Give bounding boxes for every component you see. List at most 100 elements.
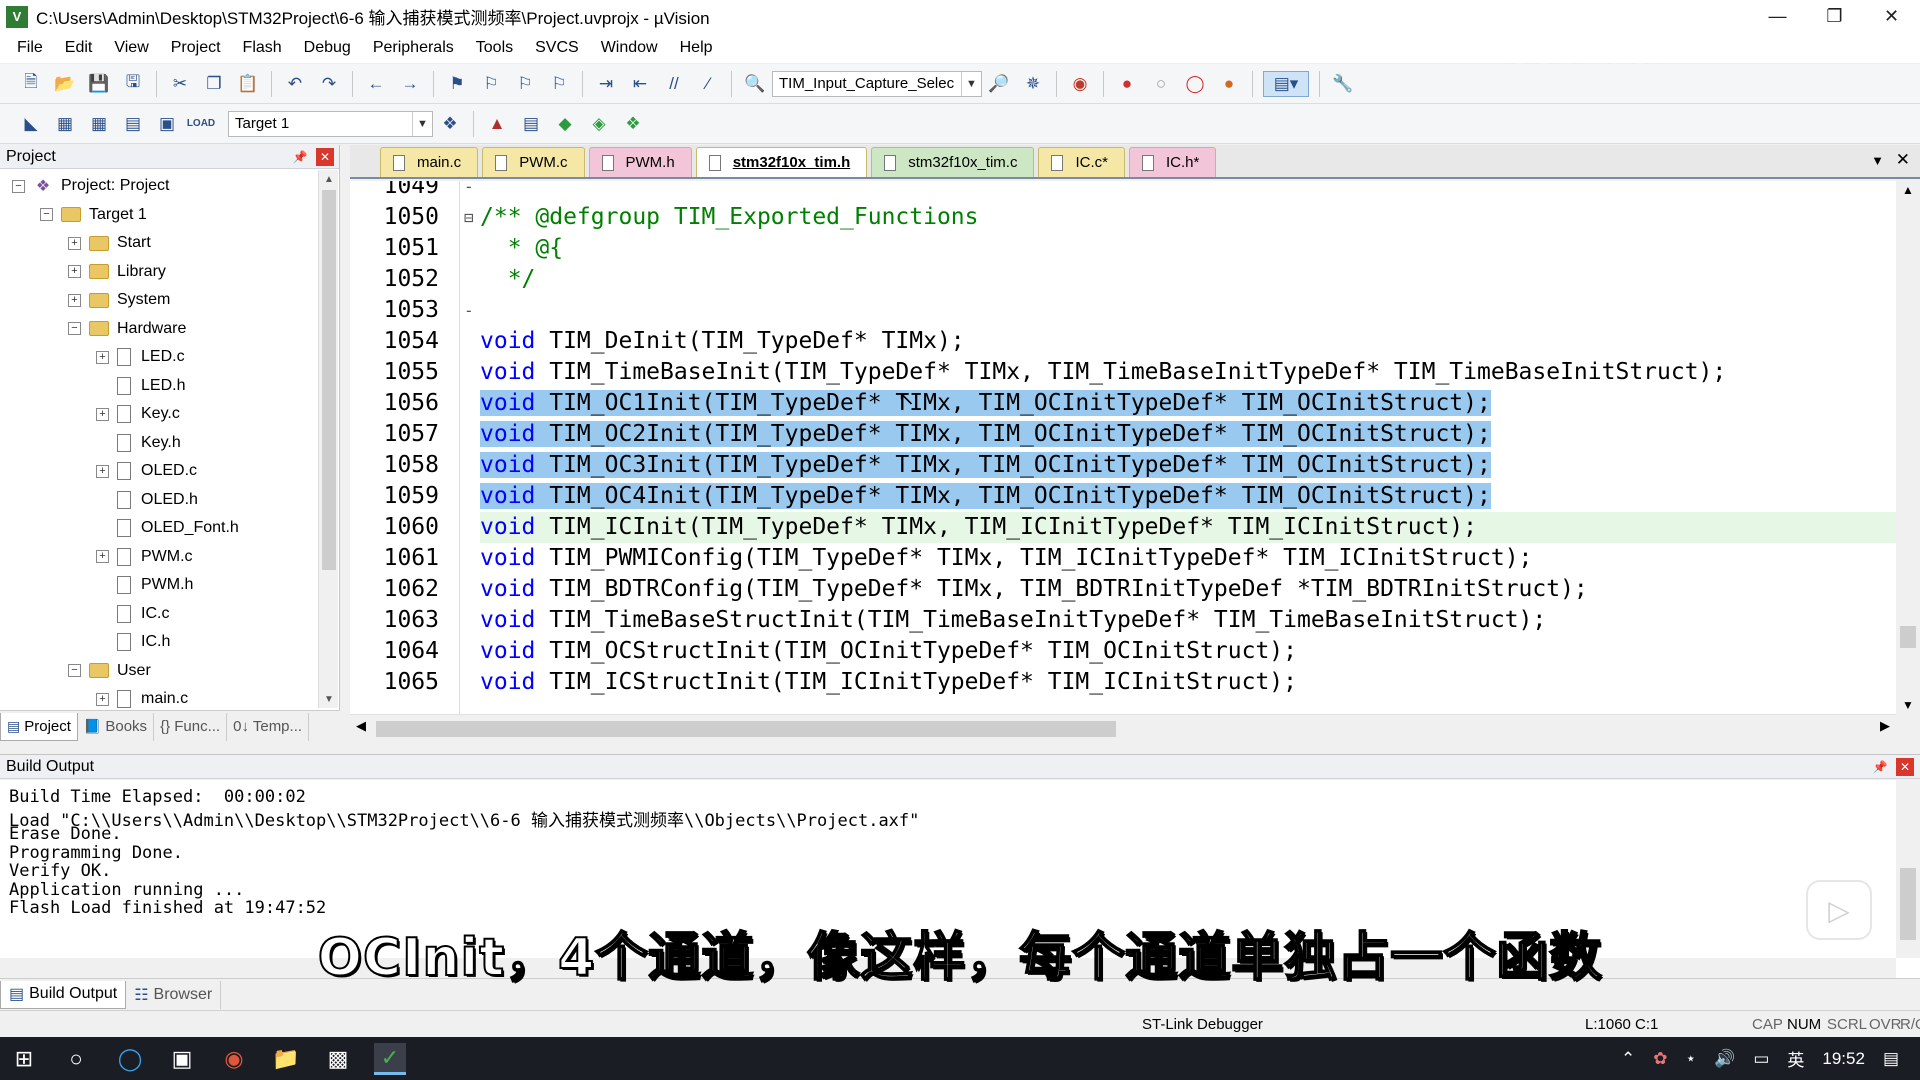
uncomment-icon[interactable]: ⁄ xyxy=(695,71,721,97)
menu-edit[interactable]: Edit xyxy=(54,33,104,63)
enable-breakpoint-icon[interactable]: ○ xyxy=(1148,71,1174,97)
menu-tools[interactable]: Tools xyxy=(465,33,524,63)
clear-bookmarks-icon[interactable]: ⚐ xyxy=(546,71,572,97)
volume-icon[interactable]: 🔊 xyxy=(1714,1049,1735,1069)
tree-item[interactable]: + PWM.c xyxy=(96,543,193,571)
editor-horizontal-scrollbar[interactable]: ◀ ▶ xyxy=(350,714,1896,742)
stop-build-icon[interactable]: ▣ xyxy=(154,111,180,137)
build-icon[interactable]: ▦ xyxy=(52,111,78,137)
code-line[interactable]: void TIM_ICInit(TIM_TypeDef* TIMx, TIM_I… xyxy=(480,512,1920,543)
restore-button[interactable]: ❐ xyxy=(1806,0,1863,33)
chevron-down-icon[interactable]: ▼ xyxy=(412,111,432,136)
tree-item[interactable]: LED.h xyxy=(96,372,185,400)
code-editor[interactable]: 1049 1050 1051 1052 1053 1054 1055 1056 1057 1058… xyxy=(350,181,1920,714)
scroll-down-icon[interactable]: ▼ xyxy=(319,690,339,708)
collapse-icon[interactable]: − xyxy=(12,179,25,193)
select-packs-icon[interactable]: ◆ xyxy=(552,111,578,137)
code-line[interactable] xyxy=(480,295,1920,326)
tree-item[interactable]: + Key.c xyxy=(96,400,180,428)
redo-icon[interactable]: ↷ xyxy=(316,71,342,97)
pack-installer-icon[interactable]: ◈ xyxy=(586,111,612,137)
code-line[interactable]: void TIM_TimeBaseStructInit(TIM_TimeBase… xyxy=(480,605,1920,636)
close-icon[interactable]: ✕ xyxy=(316,148,334,166)
collapse-icon[interactable]: − xyxy=(68,664,81,677)
cut-icon[interactable]: ✂ xyxy=(167,71,193,97)
menu-peripherals[interactable]: Peripherals xyxy=(362,33,465,63)
tab-templates[interactable]: 0↓ Temp... xyxy=(227,712,310,741)
menu-flash[interactable]: Flash xyxy=(232,33,293,63)
tree-item[interactable]: IC.c xyxy=(96,600,169,628)
file-extensions-icon[interactable]: ▤ xyxy=(518,111,544,137)
tree-item[interactable]: OLED.h xyxy=(96,486,198,514)
code-line[interactable]: void TIM_OCStructInit(TIM_OCInitTypeDef*… xyxy=(480,636,1920,667)
tree-item[interactable]: − User xyxy=(68,657,151,685)
tree-item[interactable]: PWM.h xyxy=(96,571,193,599)
expand-icon[interactable]: + xyxy=(96,692,109,706)
editor-tab[interactable]: stm32f10x_tim.h xyxy=(695,147,868,177)
unindent-icon[interactable]: ⇤ xyxy=(627,71,653,97)
tree-item[interactable]: OLED_Font.h xyxy=(96,514,239,542)
paste-icon[interactable]: 📋 xyxy=(235,71,261,97)
tree-item[interactable]: + main.c xyxy=(96,685,188,708)
download-load-icon[interactable]: LOAD xyxy=(187,111,215,137)
find-in-files-icon[interactable]: 🔍 xyxy=(742,71,768,97)
network-icon[interactable]: ⋆ xyxy=(1686,1049,1697,1069)
collapse-icon[interactable]: − xyxy=(68,322,81,335)
pin-icon[interactable]: 📌 xyxy=(292,149,308,165)
debug-session-icon[interactable]: ◉ xyxy=(1067,71,1093,97)
expand-icon[interactable]: + xyxy=(96,407,109,421)
tree-item[interactable]: − Target 1 xyxy=(40,201,147,229)
save-icon[interactable]: 💾 xyxy=(86,71,112,97)
project-tree-scrollbar[interactable]: ▲ ▼ xyxy=(318,170,338,708)
editor-tab[interactable]: PWM.h xyxy=(588,147,692,177)
expand-icon[interactable]: + xyxy=(96,464,109,478)
tree-item[interactable]: + Start xyxy=(68,229,151,257)
menu-project[interactable]: Project xyxy=(160,33,232,63)
code-line[interactable]: * @{ xyxy=(480,233,1920,264)
expand-icon[interactable]: + xyxy=(96,350,109,364)
scroll-thumb[interactable] xyxy=(322,190,336,570)
collapse-icon[interactable]: − xyxy=(40,208,53,221)
new-file-icon[interactable]: 🗎 xyxy=(18,71,44,97)
powerpoint-icon[interactable]: ◉ xyxy=(218,1043,250,1075)
tree-item[interactable]: + LED.c xyxy=(96,343,185,371)
find-icon[interactable]: 🔎 xyxy=(986,71,1012,97)
windows-start-icon[interactable]: ⊞ xyxy=(8,1043,40,1075)
expand-icon[interactable]: + xyxy=(68,265,81,278)
scroll-down-icon[interactable]: ▼ xyxy=(1896,698,1920,712)
code-line[interactable]: void TIM_TimeBaseInit(TIM_TypeDef* TIMx,… xyxy=(480,357,1920,388)
indent-icon[interactable]: ⇥ xyxy=(593,71,619,97)
code-line[interactable]: void TIM_OC2Init(TIM_TypeDef* TIMx, TIM_… xyxy=(480,419,1920,450)
tree-item[interactable]: − ❖ Project: Project xyxy=(12,172,169,200)
editor-vertical-scrollbar[interactable]: ▲ ▼ xyxy=(1896,181,1920,714)
tab-project[interactable]: ▤ Project xyxy=(0,712,78,741)
menu-help[interactable]: Help xyxy=(669,33,724,63)
scroll-up-icon[interactable]: ▲ xyxy=(319,170,339,188)
rebuild-icon[interactable]: ▦ xyxy=(86,111,112,137)
expand-icon[interactable]: + xyxy=(96,550,109,563)
prev-bookmark-icon[interactable]: ⚐ xyxy=(478,71,504,97)
search-icon[interactable]: ○ xyxy=(60,1043,92,1075)
comment-icon[interactable]: // xyxy=(661,71,687,97)
input-language[interactable]: 英 xyxy=(1787,1046,1804,1071)
scroll-thumb[interactable] xyxy=(1900,626,1916,648)
editor-tab[interactable]: IC.c* xyxy=(1038,147,1125,177)
close-icon[interactable]: ✕ xyxy=(1896,758,1914,776)
scroll-thumb[interactable] xyxy=(376,721,1116,737)
batch-build-icon[interactable]: ▤ xyxy=(120,111,146,137)
insert-breakpoint-icon[interactable]: ● xyxy=(1114,71,1140,97)
code-line[interactable]: void TIM_OC4Init(TIM_TypeDef* TIMx, TIM_… xyxy=(480,481,1920,512)
undo-icon[interactable]: ↶ xyxy=(282,71,308,97)
target-select[interactable]: Target 1 ▼ xyxy=(228,110,433,137)
find-combo[interactable]: TIM_Input_Capture_Selec ▼ xyxy=(772,70,982,97)
menu-view[interactable]: View xyxy=(103,33,159,63)
incremental-find-icon[interactable]: ✵ xyxy=(1020,71,1046,97)
code-line[interactable]: void TIM_PWMIConfig(TIM_TypeDef* TIMx, T… xyxy=(480,543,1920,574)
tab-functions[interactable]: {} Func... xyxy=(154,712,228,741)
editor-tab[interactable]: stm32f10x_tim.c xyxy=(871,147,1035,177)
tab-list-dropdown-icon[interactable]: ▼ xyxy=(1871,153,1884,168)
notification-icon[interactable]: ▤ xyxy=(1883,1049,1899,1069)
code-line[interactable] xyxy=(480,181,1920,202)
menu-file[interactable]: File xyxy=(6,33,54,63)
tree-item[interactable]: + System xyxy=(68,286,170,314)
